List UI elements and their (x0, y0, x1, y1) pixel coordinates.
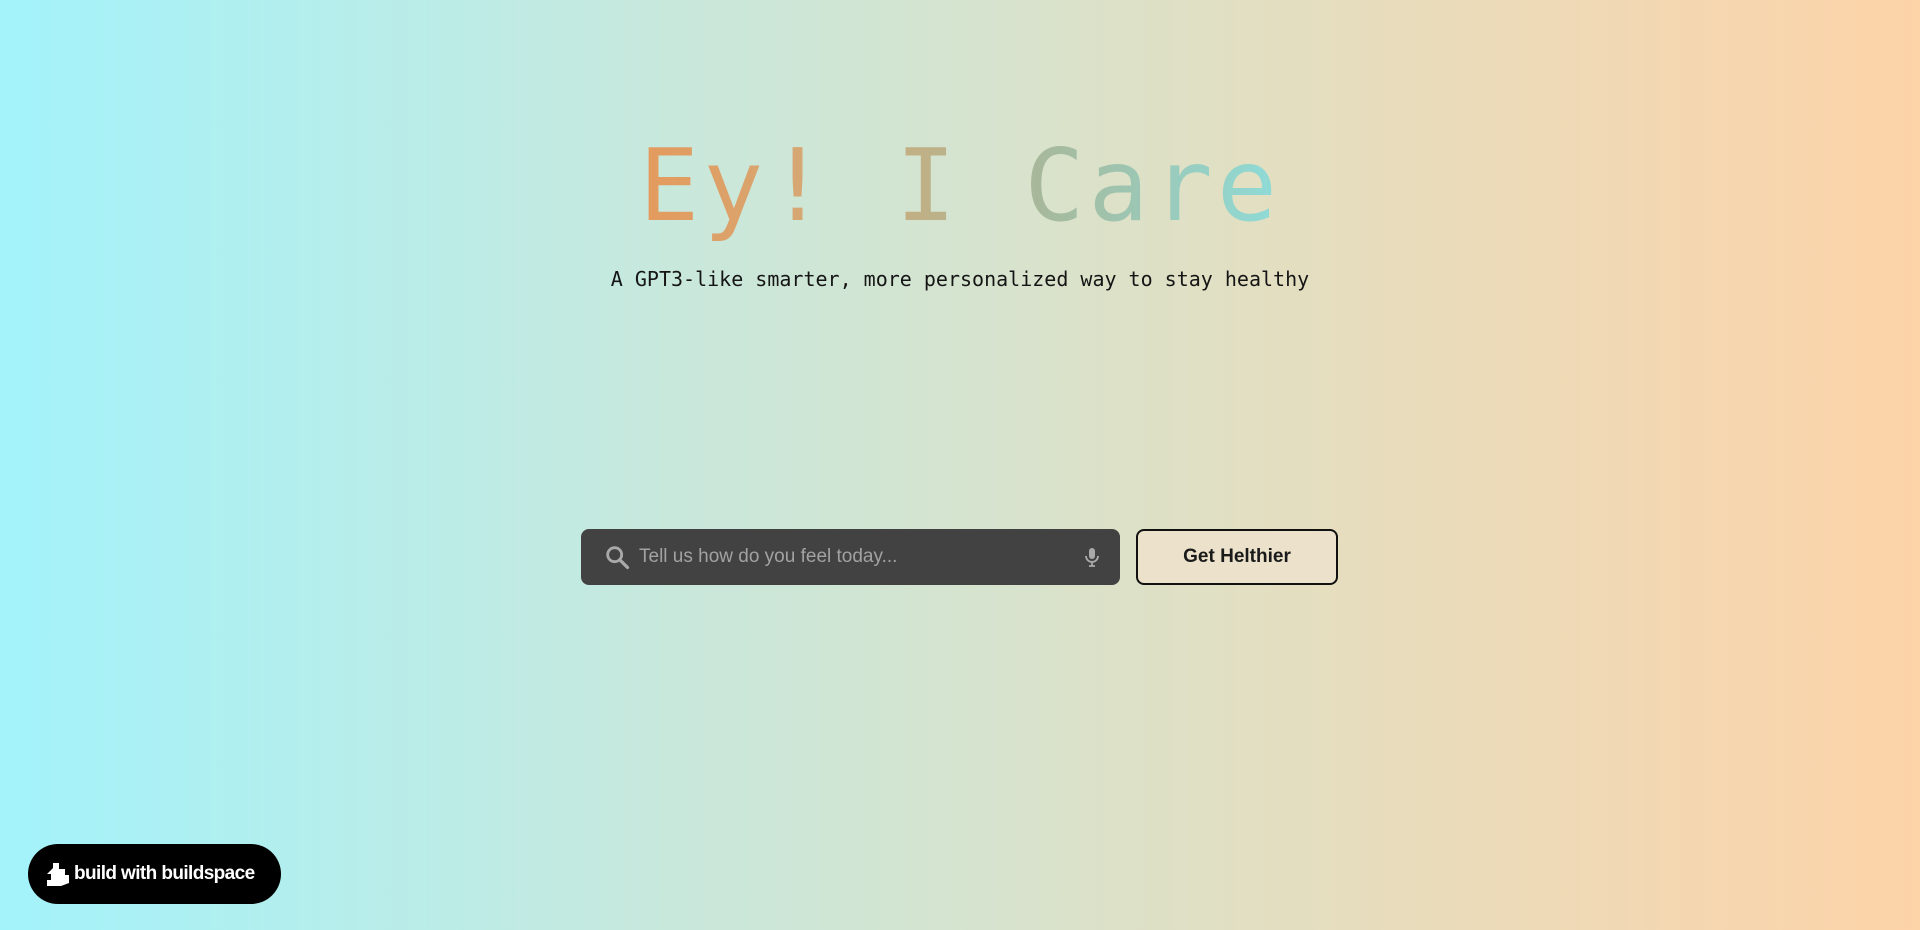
app-title-text: Ey! I Care (638, 127, 1282, 244)
symptom-input[interactable] (631, 529, 1072, 585)
badge-label: build with buildspace (74, 863, 255, 884)
app-subtitle: A GPT3-like smarter, more personalized w… (610, 267, 1310, 291)
app-title: Ey! I Care (0, 126, 1920, 246)
buildspace-badge[interactable]: build with buildspace (28, 844, 281, 904)
search-bar[interactable] (581, 529, 1120, 585)
search-icon (606, 546, 630, 570)
prompt-row: Get Helthier (581, 529, 1338, 585)
buildspace-logo-icon (47, 863, 69, 886)
mic-icon[interactable] (1080, 545, 1104, 569)
get-healthier-button[interactable]: Get Helthier (1136, 529, 1338, 585)
